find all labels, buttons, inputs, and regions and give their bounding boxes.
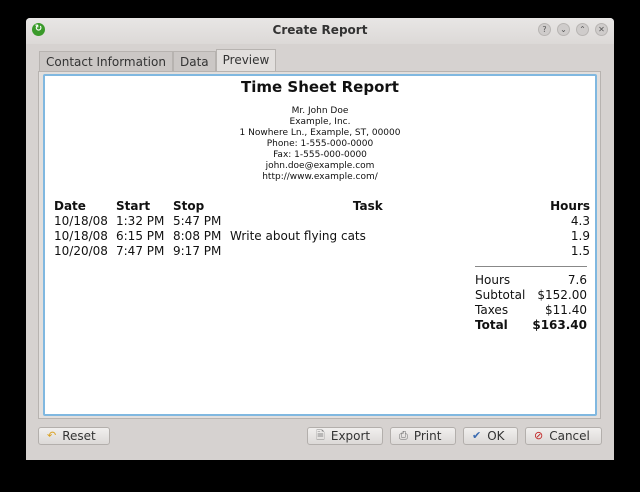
hours-label: Hours bbox=[475, 273, 511, 287]
reset-button[interactable]: ↶ Reset bbox=[38, 427, 110, 445]
subtotal-label: Subtotal bbox=[475, 288, 526, 302]
printer-icon: ⎙ bbox=[399, 429, 408, 442]
cell-hours: 1.5 bbox=[570, 243, 590, 258]
checkmark-icon: ✔ bbox=[472, 429, 482, 442]
tab-contact-information[interactable]: Contact Information bbox=[39, 51, 173, 71]
contact-website: http://www.example.com/ bbox=[262, 172, 378, 182]
table-row: 10/18/08 1:32 PM 5:47 PM 4.3 bbox=[53, 213, 591, 228]
maximize-icon[interactable]: ⌃ bbox=[576, 23, 589, 36]
total-value: $163.40 bbox=[532, 318, 587, 332]
cell-date: 10/20/08 bbox=[54, 243, 108, 258]
contact-address: 1 Nowhere Ln., Example, ST, 00000 bbox=[239, 128, 401, 138]
cell-task: Write about flying cats bbox=[230, 228, 366, 243]
cell-date: 10/18/08 bbox=[54, 228, 108, 243]
report-preview: Time Sheet Report Mr. John Doe Example, … bbox=[43, 74, 597, 416]
table-row: 10/18/08 6:15 PM 8:08 PM Write about fly… bbox=[53, 228, 591, 243]
ok-button[interactable]: ✔ OK bbox=[463, 427, 518, 445]
tab-preview[interactable]: Preview bbox=[215, 49, 277, 71]
cancel-button[interactable]: ⊘ Cancel bbox=[525, 427, 602, 445]
cell-start: 6:15 PM bbox=[116, 228, 165, 243]
help-icon[interactable]: ? bbox=[538, 23, 551, 36]
cell-hours: 1.9 bbox=[570, 228, 590, 243]
minimize-icon[interactable]: ⌄ bbox=[557, 23, 570, 36]
cell-task bbox=[229, 243, 507, 258]
print-button[interactable]: ⎙ Print bbox=[390, 427, 456, 445]
print-label: Print bbox=[413, 429, 442, 443]
cell-stop: 8:08 PM bbox=[173, 228, 222, 243]
report-title: Time Sheet Report bbox=[241, 78, 399, 96]
totals-block: Hours 7.6 Subtotal $152.00 Taxes $11.40 Tot… bbox=[475, 266, 587, 333]
header-task: Task bbox=[352, 198, 383, 213]
cell-task bbox=[229, 213, 507, 228]
total-label: Total bbox=[475, 318, 508, 332]
taxes-value: $11.40 bbox=[545, 303, 587, 317]
header-hours: Hours bbox=[550, 198, 590, 213]
tab-data[interactable]: Data bbox=[172, 51, 216, 71]
subtotal-value: $152.00 bbox=[537, 288, 587, 302]
table-row: 10/20/08 7:47 PM 9:17 PM 1.5 bbox=[53, 243, 591, 258]
cell-date: 10/18/08 bbox=[54, 213, 108, 228]
preview-panel: Time Sheet Report Mr. John Doe Example, … bbox=[38, 71, 601, 419]
window-title: Create Report bbox=[272, 23, 368, 37]
title-bar: ↻ Create Report ? ⌄ ⌃ ✕ bbox=[26, 18, 614, 44]
cancel-label: Cancel bbox=[549, 429, 590, 443]
header-stop: Stop bbox=[173, 198, 205, 213]
contact-fax: Fax: 1-555-000-0000 bbox=[273, 150, 367, 160]
contact-phone: Phone: 1-555-000-0000 bbox=[266, 139, 374, 149]
contact-email: john.doe@example.com bbox=[265, 161, 375, 171]
taxes-label: Taxes bbox=[475, 303, 509, 317]
cancel-icon: ⊘ bbox=[534, 429, 544, 442]
header-start: Start bbox=[116, 198, 151, 213]
contact-company: Example, Inc. bbox=[289, 117, 351, 127]
cell-stop: 9:17 PM bbox=[173, 243, 222, 258]
export-label: Export bbox=[330, 429, 371, 443]
cell-hours: 4.3 bbox=[570, 213, 590, 228]
close-icon[interactable]: ✕ bbox=[595, 23, 608, 36]
contact-name: Mr. John Doe bbox=[291, 106, 349, 116]
create-report-dialog: ↻ Create Report ? ⌄ ⌃ ✕ Contact Informat… bbox=[26, 18, 614, 460]
header-date: Date bbox=[54, 198, 86, 213]
timesheet-table: Date Start Stop Task Hours 10/18/08 1:32… bbox=[53, 198, 591, 258]
contact-block: Mr. John Doe Example, Inc. 1 Nowhere Ln.… bbox=[45, 106, 595, 183]
cell-start: 7:47 PM bbox=[116, 243, 165, 258]
ok-label: OK bbox=[487, 429, 505, 443]
reset-icon: ↶ bbox=[47, 429, 57, 442]
cell-start: 1:32 PM bbox=[116, 213, 165, 228]
export-button[interactable]: 🗎 Export bbox=[307, 427, 383, 445]
cell-stop: 5:47 PM bbox=[173, 213, 222, 228]
export-icon: 🗎 bbox=[316, 429, 325, 442]
reset-label: Reset bbox=[62, 429, 96, 443]
hours-value: 7.6 bbox=[567, 273, 587, 287]
